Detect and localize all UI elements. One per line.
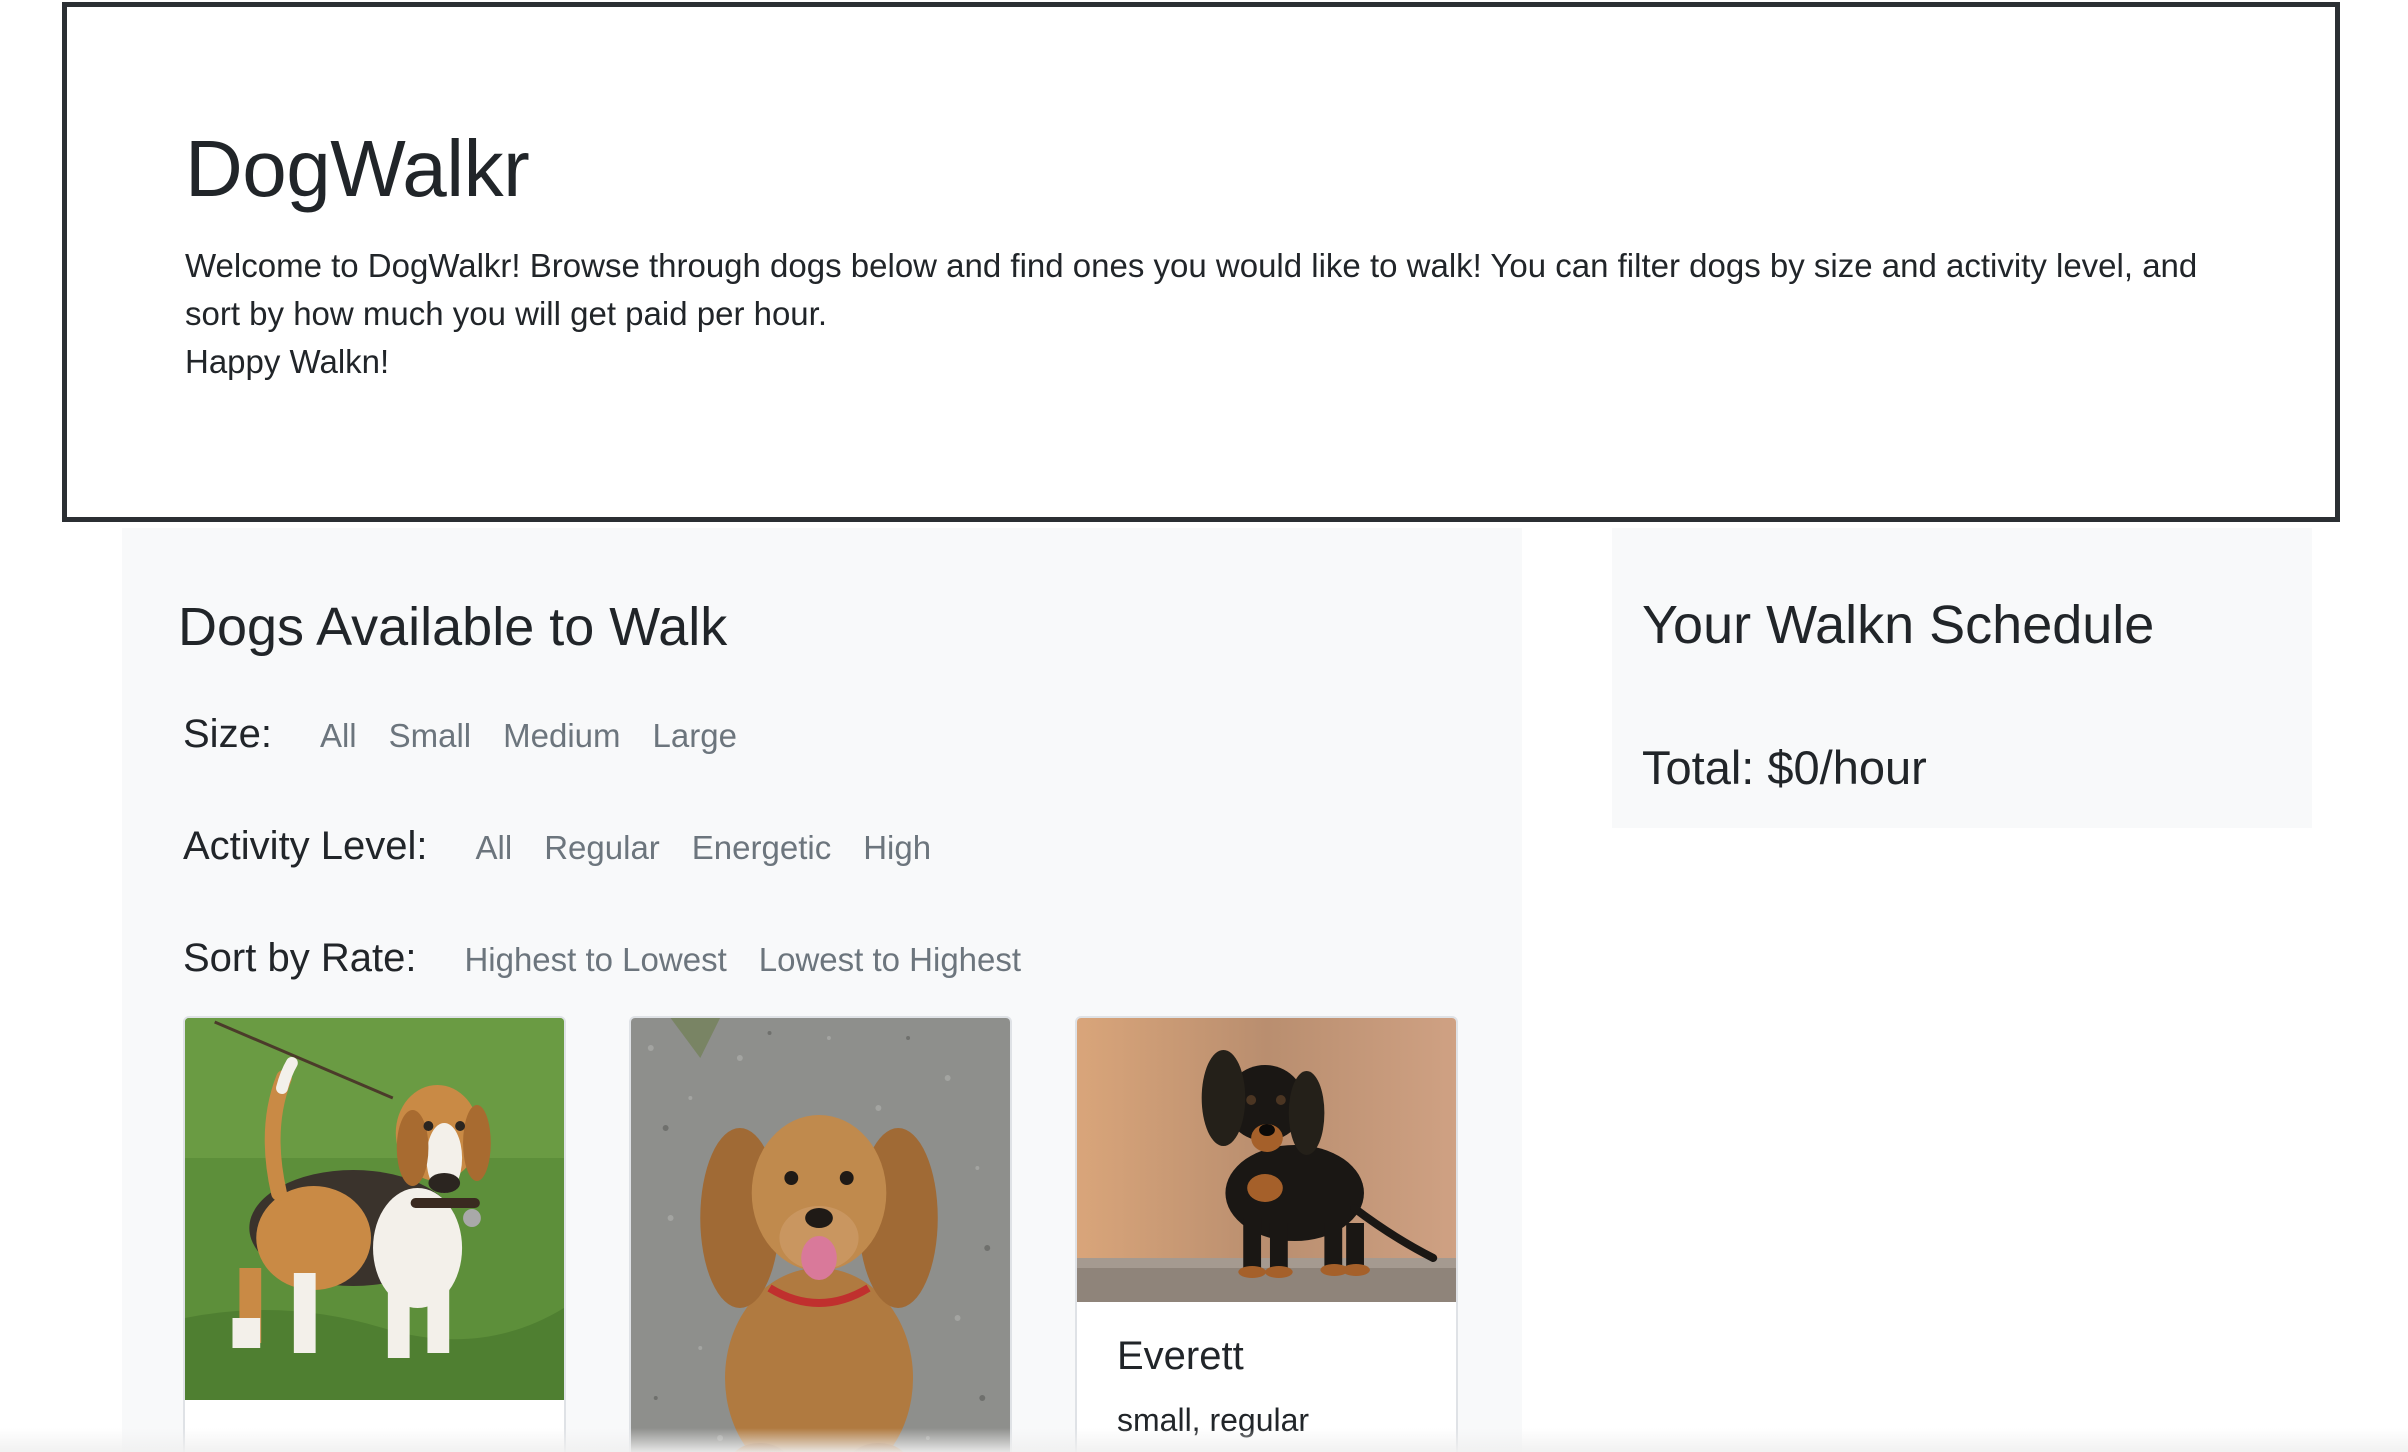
activity-option-energetic[interactable]: Energetic xyxy=(676,829,847,867)
dog-card[interactable] xyxy=(183,1016,566,1452)
sort-option-highest-to-lowest[interactable]: Highest to Lowest xyxy=(448,941,742,979)
dog-card[interactable] xyxy=(629,1016,1012,1452)
dogs-section-title: Dogs Available to Walk xyxy=(178,597,728,657)
dachshund-photo xyxy=(1077,1018,1456,1302)
cocker-spaniel-photo xyxy=(631,1018,1010,1452)
welcome-line-3: Happy Walkn! xyxy=(185,343,390,380)
welcome-line-1: Welcome to DogWalkr! Browse through dogs… xyxy=(185,247,2198,284)
activity-option-high[interactable]: High xyxy=(847,829,947,867)
size-option-large[interactable]: Large xyxy=(637,717,753,755)
schedule-title: Your Walkn Schedule xyxy=(1642,595,2155,655)
page: DogWalkr Welcome to DogWalkr! Browse thr… xyxy=(0,0,2408,1452)
dog-name: Everett xyxy=(1117,1334,1244,1378)
size-option-medium[interactable]: Medium xyxy=(487,717,636,755)
size-filter: Size: All Small Medium Large xyxy=(183,712,753,757)
size-option-all[interactable]: All xyxy=(304,717,373,755)
app-title: DogWalkr xyxy=(185,124,530,213)
sort-label: Sort by Rate: xyxy=(183,936,417,980)
dog-card-body: Everett small, regular xyxy=(1117,1336,1436,1436)
activity-option-regular[interactable]: Regular xyxy=(528,829,676,867)
beagle-photo xyxy=(185,1018,564,1400)
sort-control: Sort by Rate: Highest to Lowest Lowest t… xyxy=(183,936,1037,981)
hero-banner: DogWalkr Welcome to DogWalkr! Browse thr… xyxy=(62,2,2340,522)
activity-filter: Activity Level: All Regular Energetic Hi… xyxy=(183,824,947,869)
size-filter-label: Size: xyxy=(183,712,272,756)
welcome-text: Welcome to DogWalkr! Browse through dogs… xyxy=(185,242,2265,386)
activity-option-all[interactable]: All xyxy=(460,829,529,867)
schedule-panel: Your Walkn Schedule Total: $0/hour xyxy=(1612,528,2312,828)
sort-option-lowest-to-highest[interactable]: Lowest to Highest xyxy=(743,941,1037,979)
size-option-small[interactable]: Small xyxy=(373,717,488,755)
bottom-edge-shadow xyxy=(0,1428,2408,1452)
welcome-line-2: sort by how much you will get paid per h… xyxy=(185,295,828,332)
dogs-panel: Dogs Available to Walk Size: All Small M… xyxy=(122,528,1522,1452)
schedule-total: Total: $0/hour xyxy=(1642,741,1927,794)
activity-filter-label: Activity Level: xyxy=(183,824,428,868)
dog-card[interactable]: Everett small, regular xyxy=(1075,1016,1458,1452)
dog-card-body xyxy=(671,1018,990,1046)
